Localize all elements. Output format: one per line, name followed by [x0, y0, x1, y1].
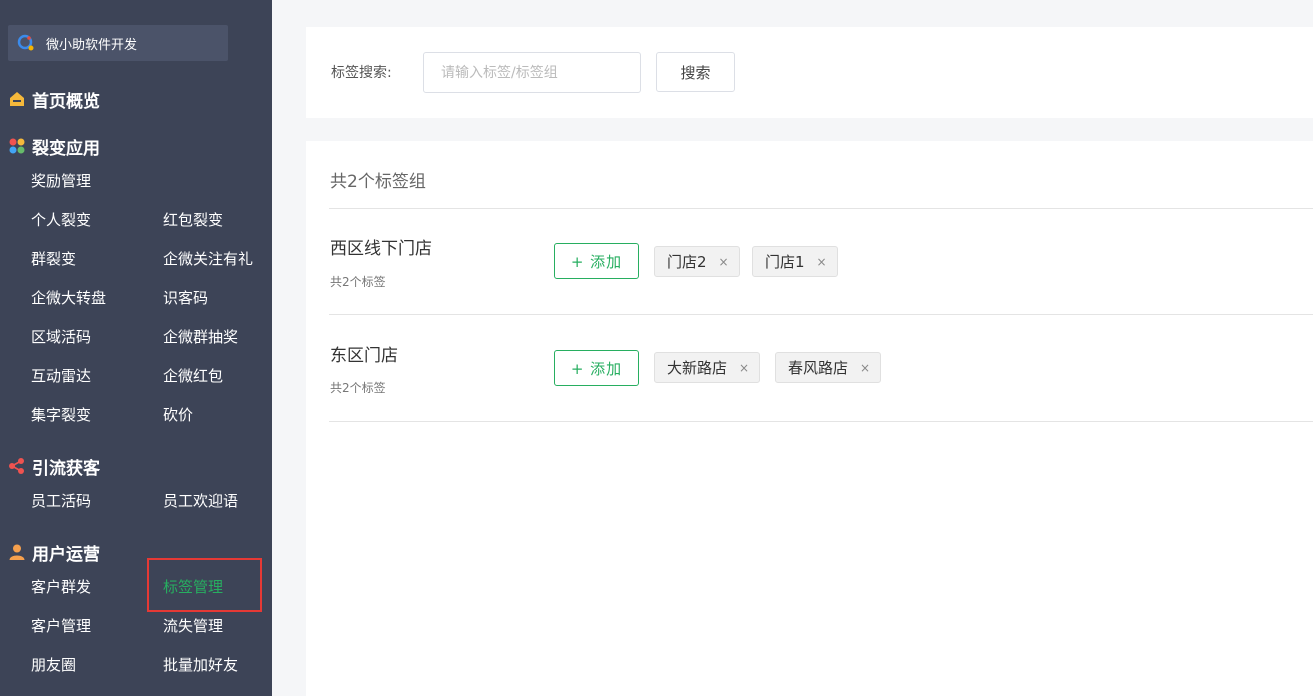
section-title-home: 首页概览 [32, 91, 100, 112]
share-icon [9, 458, 24, 474]
divider [329, 421, 1313, 422]
search-input[interactable] [423, 52, 641, 93]
nav-moments[interactable]: 朋友圈 [31, 654, 76, 676]
main-content: 标签搜索: 搜索 共2个标签组 西区线下门店 共2个标签 + 添加 门店2 × … [272, 0, 1313, 696]
tag-groups-panel: 共2个标签组 西区线下门店 共2个标签 + 添加 门店2 × 门店1 × 东区门… [306, 141, 1313, 696]
tag-group-count: 共2个标签 [330, 381, 386, 395]
nav-region-code[interactable]: 区域活码 [31, 326, 91, 348]
home-icon [10, 92, 24, 106]
brand-name: 微小助软件开发 [46, 37, 138, 53]
nav-wecom-redpacket[interactable]: 企微红包 [163, 365, 223, 387]
tag-label: 门店1 [765, 253, 805, 271]
brand-logo-icon [17, 34, 34, 51]
search-button[interactable]: 搜索 [656, 52, 735, 92]
divider [329, 208, 1313, 209]
section-title-user-ops: 用户运营 [32, 544, 100, 565]
tag-chip: 春风路店 × [775, 352, 882, 383]
section-user-ops: 用户运营 [8, 540, 100, 565]
tag-group-count: 共2个标签 [330, 275, 386, 289]
close-icon[interactable]: × [817, 255, 827, 269]
tag-chip: 门店1 × [752, 246, 838, 277]
nav-reward-management[interactable]: 奖励管理 [31, 170, 91, 192]
brand-selector[interactable]: 微小助软件开发 [8, 25, 228, 61]
add-tag-button[interactable]: + 添加 [554, 243, 639, 279]
tag-label: 门店2 [667, 253, 707, 271]
nav-customer-code[interactable]: 识客码 [163, 287, 208, 309]
search-label: 标签搜索: [331, 65, 392, 81]
nav-churn-management[interactable]: 流失管理 [163, 615, 223, 637]
section-home[interactable]: 首页概览 [8, 87, 100, 112]
section-fission: 裂变应用 [8, 134, 100, 159]
nav-personal-fission[interactable]: 个人裂变 [31, 209, 91, 231]
nav-lucky-wheel[interactable]: 企微大转盘 [31, 287, 106, 309]
user-icon [9, 544, 25, 560]
nav-customer-broadcast[interactable]: 客户群发 [31, 576, 91, 598]
nav-redpacket-fission[interactable]: 红包裂变 [163, 209, 223, 231]
section-title-acquisition: 引流获客 [32, 458, 100, 479]
nav-staff-welcome[interactable]: 员工欢迎语 [163, 490, 238, 512]
nav-staff-code[interactable]: 员工活码 [31, 490, 91, 512]
tag-label: 大新路店 [667, 359, 728, 377]
sidebar: 微小助软件开发 首页概览 裂变应用 奖励管理 个人裂变 红包裂变 群裂变 企微关… [0, 0, 272, 696]
tag-chip: 大新路店 × [654, 352, 761, 383]
tag-group-name: 西区线下门店 [330, 239, 432, 259]
close-icon[interactable]: × [719, 255, 729, 269]
nav-customer-management[interactable]: 客户管理 [31, 615, 91, 637]
tag-chip: 门店2 × [654, 246, 740, 277]
close-icon[interactable]: × [739, 361, 749, 375]
apps-icon [9, 138, 25, 154]
nav-group-fission[interactable]: 群裂变 [31, 248, 76, 270]
add-tag-button[interactable]: + 添加 [554, 350, 639, 386]
tag-groups-summary: 共2个标签组 [330, 172, 426, 192]
section-acquisition: 引流获客 [8, 454, 100, 479]
nav-bulk-add-friends[interactable]: 批量加好友 [163, 654, 238, 676]
tag-group-name: 东区门店 [330, 346, 398, 366]
divider [329, 314, 1313, 315]
active-item-highlight [147, 558, 262, 612]
close-icon[interactable]: × [860, 361, 870, 375]
tag-label: 春风路店 [788, 359, 849, 377]
section-title-fission: 裂变应用 [32, 138, 100, 159]
nav-bargain[interactable]: 砍价 [163, 404, 193, 426]
nav-collect-words[interactable]: 集字裂变 [31, 404, 91, 426]
nav-interaction-radar[interactable]: 互动雷达 [31, 365, 91, 387]
nav-follow-gift[interactable]: 企微关注有礼 [163, 248, 253, 270]
nav-group-lottery[interactable]: 企微群抽奖 [163, 326, 238, 348]
search-panel: 标签搜索: 搜索 [306, 27, 1313, 118]
